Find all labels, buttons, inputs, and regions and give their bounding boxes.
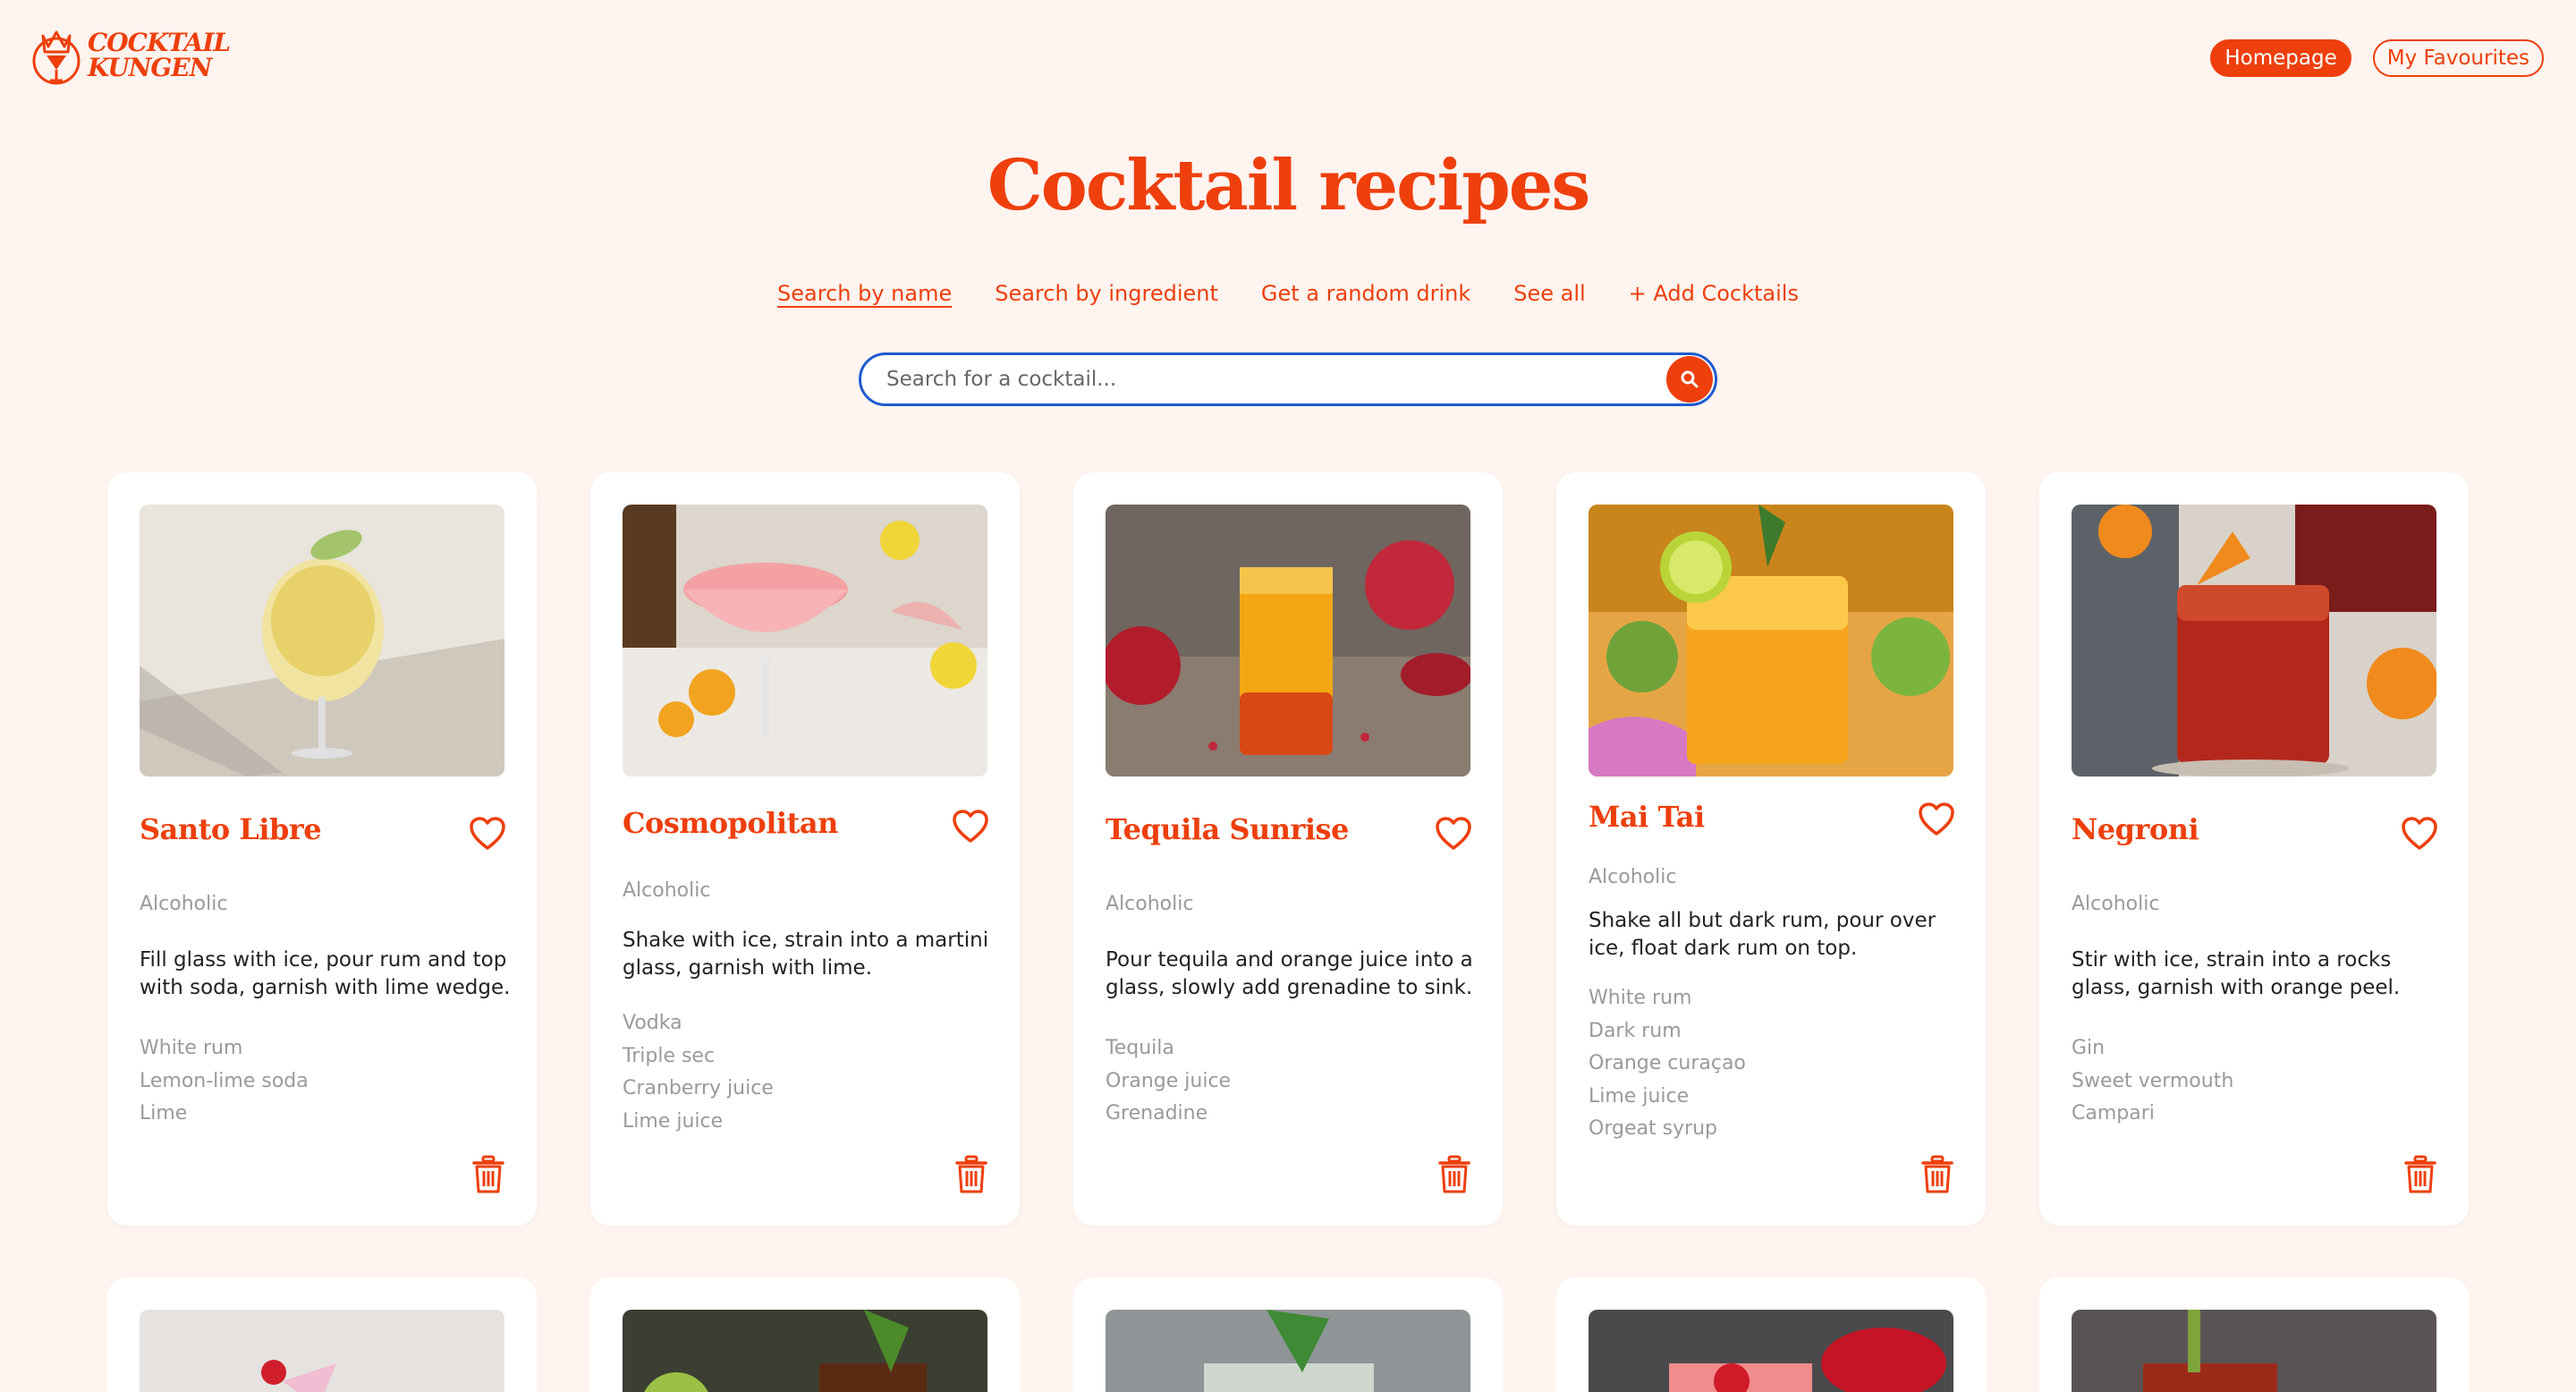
cocktail-name: Santo Libre	[140, 812, 322, 846]
ingredient-list: White rum Lemon-lime soda Lime	[140, 1032, 309, 1131]
cocktail-image	[1589, 505, 1953, 777]
tab-search-by-name[interactable]: Search by name	[777, 281, 952, 306]
tab-add-cocktails[interactable]: + Add Cocktails	[1629, 281, 1799, 306]
ingredient-item: Lime juice	[1589, 1084, 1690, 1108]
cocktail-category: Alcoholic	[1589, 866, 1677, 888]
cocktail-card[interactable]: Cosmopolitan Alcoholic Shake with ice, s…	[590, 472, 1020, 1226]
delete-trash-icon[interactable]	[1921, 1155, 1953, 1194]
favourite-heart-icon[interactable]	[2401, 816, 2438, 852]
cocktail-name: Mai Tai	[1589, 800, 1705, 834]
search-button[interactable]	[1666, 356, 1713, 403]
ingredient-item: Lemon-lime soda	[140, 1069, 309, 1092]
cocktail-card[interactable]	[1073, 1277, 1503, 1392]
search-icon	[1681, 370, 1699, 388]
ingredient-item: Grenadine	[1106, 1102, 1208, 1125]
tab-search-by-ingredient[interactable]: Search by ingredient	[995, 281, 1218, 306]
cocktail-name: Negroni	[2072, 812, 2199, 846]
favourite-heart-icon[interactable]	[1918, 802, 1955, 837]
cocktail-card[interactable]: Mai Tai Alcoholic Shake all but dark rum…	[1556, 472, 1986, 1226]
favourite-heart-icon[interactable]	[469, 816, 506, 852]
favourite-heart-icon[interactable]	[952, 809, 989, 845]
cocktail-card[interactable]: Santo Libre Alcoholic Fill glass with ic…	[107, 472, 537, 1226]
ingredient-list: Tequila Orange juice Grenadine	[1106, 1032, 1231, 1131]
delete-trash-icon[interactable]	[472, 1155, 504, 1194]
ingredient-list: Gin Sweet vermouth Campari	[2072, 1032, 2233, 1131]
cocktail-instructions: Shake with ice, strain into a martini gl…	[623, 929, 989, 980]
search-bar	[859, 352, 1717, 406]
delete-trash-icon[interactable]	[2404, 1155, 2436, 1194]
ingredient-item: Orgeat syrup	[1589, 1117, 1718, 1140]
cocktail-image	[140, 505, 504, 777]
ingredient-item: Vodka	[623, 1012, 682, 1034]
cocktail-instructions: Shake all but dark rum, pour over ice, f…	[1589, 909, 1936, 960]
cocktail-card[interactable]: Negroni Alcoholic Stir with ice, strain …	[2039, 472, 2469, 1226]
cocktail-image	[1106, 505, 1470, 777]
cocktail-image	[623, 505, 987, 777]
top-nav: Homepage My Favourites	[2210, 39, 2544, 77]
cocktail-image	[1106, 1310, 1470, 1392]
ingredient-item: Orange curaçao	[1589, 1052, 1746, 1074]
brand-logo[interactable]: COCKTAIL KUNGEN	[30, 20, 231, 91]
cocktail-image	[2072, 505, 2436, 777]
ingredient-list: White rum Dark rum Orange curaçao Lime j…	[1589, 982, 1746, 1146]
tab-random-drink[interactable]: Get a random drink	[1261, 281, 1470, 306]
ingredient-item: Lime juice	[623, 1109, 724, 1133]
cocktail-image	[1589, 1310, 1953, 1392]
cocktail-card[interactable]	[107, 1277, 537, 1392]
cocktail-card[interactable]	[590, 1277, 1020, 1392]
brand-wordmark: COCKTAIL KUNGEN	[88, 28, 231, 82]
delete-trash-icon[interactable]	[955, 1155, 987, 1194]
cocktail-instructions: Fill glass with ice, pour rum and top wi…	[140, 948, 511, 999]
tab-see-all[interactable]: See all	[1513, 281, 1585, 306]
page-title: Cocktail recipes	[987, 145, 1591, 226]
ingredient-item: Triple sec	[623, 1044, 716, 1067]
delete-trash-icon[interactable]	[1438, 1155, 1470, 1194]
cocktail-name: Tequila Sunrise	[1106, 812, 1349, 846]
cocktail-crown-logo-icon	[32, 30, 80, 85]
brand-line-1: COCKTAIL	[88, 28, 231, 57]
ingredient-item: Tequila	[1106, 1037, 1174, 1059]
cocktail-instructions: Pour tequila and orange juice into a gla…	[1106, 948, 1473, 999]
cocktail-card[interactable]	[1556, 1277, 1986, 1392]
cocktail-category: Alcoholic	[623, 879, 711, 902]
homepage-button[interactable]: Homepage	[2210, 39, 2351, 77]
cocktail-category: Alcoholic	[2072, 893, 2160, 915]
ingredient-item: Dark rum	[1589, 1019, 1682, 1042]
cocktail-card[interactable]	[2039, 1277, 2469, 1392]
cocktail-image	[2072, 1310, 2436, 1392]
favourite-heart-icon[interactable]	[1435, 816, 1472, 852]
ingredient-list: Vodka Triple sec Cranberry juice Lime ju…	[623, 1007, 774, 1138]
ingredient-item: Orange juice	[1106, 1069, 1232, 1092]
ingredient-item: White rum	[1589, 987, 1692, 1009]
ingredient-item: Campari	[2072, 1102, 2155, 1125]
cocktail-instructions: Stir with ice, strain into a rocks glass…	[2072, 948, 2401, 999]
cocktail-category: Alcoholic	[140, 893, 228, 915]
cocktail-image	[623, 1310, 987, 1392]
search-mode-tabs: Search by name Search by ingredient Get …	[0, 281, 2576, 306]
my-favourites-button[interactable]: My Favourites	[2372, 39, 2544, 77]
search-input[interactable]	[886, 368, 1666, 391]
ingredient-item: Lime	[140, 1102, 188, 1125]
ingredient-item: Sweet vermouth	[2072, 1069, 2234, 1092]
cocktail-name: Cosmopolitan	[623, 806, 838, 840]
ingredient-item: Gin	[2072, 1037, 2106, 1059]
ingredient-item: Cranberry juice	[623, 1077, 774, 1099]
cocktail-card[interactable]: Tequila Sunrise Alcoholic Pour tequila a…	[1073, 472, 1503, 1226]
cocktail-image	[140, 1310, 504, 1392]
brand-line-2: KUNGEN	[88, 53, 212, 82]
cocktail-category: Alcoholic	[1106, 893, 1194, 915]
ingredient-item: White rum	[140, 1037, 243, 1059]
